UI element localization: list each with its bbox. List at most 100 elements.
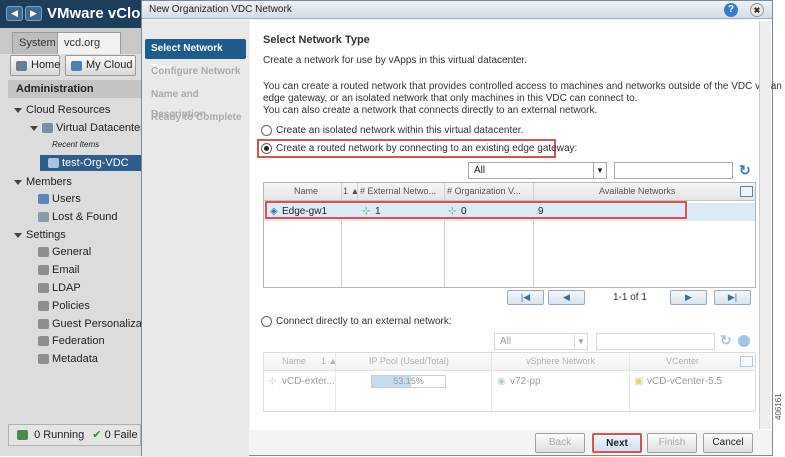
chevron-down-icon [14,232,22,238]
step-select-network-type[interactable]: Select Network Type [145,39,246,74]
figure-id: 406161 [774,393,783,420]
tree-metadata[interactable]: Metadata [38,353,98,365]
tree-settings[interactable]: Settings [14,229,66,241]
close-icon[interactable]: ✖ [750,3,764,17]
tree-policies[interactable]: Policies [38,300,90,312]
last-page-button[interactable]: ▶| [714,290,751,305]
ext-network-name: vCD-exter... [282,376,335,387]
back-nav-button[interactable]: ◀ [6,6,23,21]
gear-icon [38,336,49,347]
gear-icon [38,247,49,258]
chevron-down-icon: ▼ [593,163,606,178]
my-cloud-label: My Cloud [86,59,133,71]
chevron-down-icon [30,125,38,131]
tree-label: Email [52,264,80,276]
ext-vcenter: vCD-vCenter-5.5 [647,376,723,387]
ext-filter-select: All ▼ [494,333,588,350]
ext-vsphere-network: v72-pp [510,376,541,387]
first-page-button[interactable]: |◀ [507,290,544,305]
refresh-icon: ↻ [720,332,732,348]
tree-lost-found[interactable]: Lost & Found [38,211,117,223]
chevron-down-icon: ▼ [574,334,587,349]
tree-cloud-resources[interactable]: Cloud Resources [14,104,110,116]
filter-select[interactable]: All ▼ [468,162,607,179]
description-line-1: You can create a routed network that pro… [263,81,782,92]
filter-value: All [474,165,486,176]
running-count[interactable]: 0 Running [34,429,84,441]
edge-gateway-grid: Name 1 ▲ # External Netwo... # Organizat… [263,182,756,288]
section-subheading: Create a network for use by vApps in thi… [263,55,528,66]
tree-label: test-Org-VDC [62,157,129,169]
ip-pool-label: 53.15% [393,376,424,386]
tree-general[interactable]: General [38,246,91,258]
tree-label: Settings [26,229,66,241]
tree-guest-personalization[interactable]: Guest Personalization [38,318,141,330]
forward-nav-button[interactable]: ▶ [25,6,42,21]
tree-recent-items: Recent Items [52,140,100,149]
refresh-icon[interactable]: ↻ [739,162,751,179]
vsphere-network-icon: ◉ [497,376,506,387]
step-name-description: Name and Description [151,89,207,120]
col-org-vdc-networks[interactable]: # Organization V... [447,186,521,196]
home-button[interactable]: Home [10,55,60,76]
direct-radio[interactable] [261,316,272,327]
tree-users[interactable]: Users [38,193,81,205]
my-cloud-button[interactable]: My Cloud [65,55,136,76]
tree-label: Federation [52,335,105,347]
col-vsphere-network: vSphere Network [526,356,596,366]
chevron-down-icon [14,107,22,113]
col-ip-pool: IP Pool (Used/Total) [369,356,449,366]
failed-count[interactable]: 0 Faile [105,429,138,441]
tree-label: Metadata [52,353,98,365]
tab-vcd-org[interactable]: vcd.org ✖ [57,32,121,68]
tree-members[interactable]: Members [14,176,72,188]
section-heading: Select Network Type [263,34,370,46]
isolated-radio[interactable] [261,125,272,136]
search-input[interactable] [614,162,733,179]
col-available-networks[interactable]: Available Networks [599,186,675,196]
col-name[interactable]: Name [294,186,318,196]
tree-email[interactable]: Email [38,264,80,276]
isolated-option-label: Create an isolated network within this v… [276,125,524,136]
tree-ldap[interactable]: LDAP [38,282,81,294]
wizard-steps: Select Network Type Configure Network Na… [142,20,249,457]
tree-label: LDAP [52,282,81,294]
network-icon: ⊹ [268,376,277,387]
ext-filter-value: All [500,336,512,347]
col-name: Name [282,356,307,366]
tree-label: Virtual Datacenters [56,122,150,134]
grid-header: Name 1 ▲ # External Netwo... # Organizat… [264,183,755,201]
cancel-button[interactable]: Cancel [703,433,753,453]
gear-icon [38,265,49,276]
datacenter-icon [42,123,53,134]
tree-federation[interactable]: Federation [38,335,105,347]
content-scrollbar[interactable] [759,21,771,429]
tab-system[interactable]: System [12,32,63,54]
back-button[interactable]: Back [535,433,585,453]
tree-test-org-vdc[interactable]: test-Org-VDC [40,155,141,171]
ext-search-input [596,333,715,350]
dialog-titlebar: New Organization VDC Network ? ✖ [142,1,772,19]
wizard-content: Select Network Type Create a network for… [250,20,782,430]
step-ready-to-complete: Ready to Complete [151,112,242,123]
col-external-networks[interactable]: # External Netwo... [360,186,436,196]
next-page-button[interactable]: ▶ [670,290,707,305]
tree-virtual-datacenters[interactable]: Virtual Datacenters [30,122,149,134]
tree-label: General [52,246,92,258]
columns-icon[interactable] [740,186,753,197]
org-tabs: System vcd.org ✖ [0,28,141,68]
new-org-vdc-network-dialog: New Organization VDC Network ? ✖ Select … [141,0,782,457]
routed-radio[interactable] [261,143,272,154]
gear-icon [38,301,49,312]
prev-page-button[interactable]: ◀ [548,290,585,305]
gear-icon [38,354,49,365]
tree-label: Lost & Found [52,211,118,223]
admin-section-header: Administration [8,80,141,98]
next-button[interactable]: Next [592,433,642,453]
tree-label: Members [26,176,72,188]
cloud-icon [71,61,82,71]
finish-button[interactable]: Finish [647,433,697,453]
help-icon[interactable]: ? [724,3,738,17]
tree-label: Cloud Resources [26,104,111,116]
gear-icon [38,283,49,294]
